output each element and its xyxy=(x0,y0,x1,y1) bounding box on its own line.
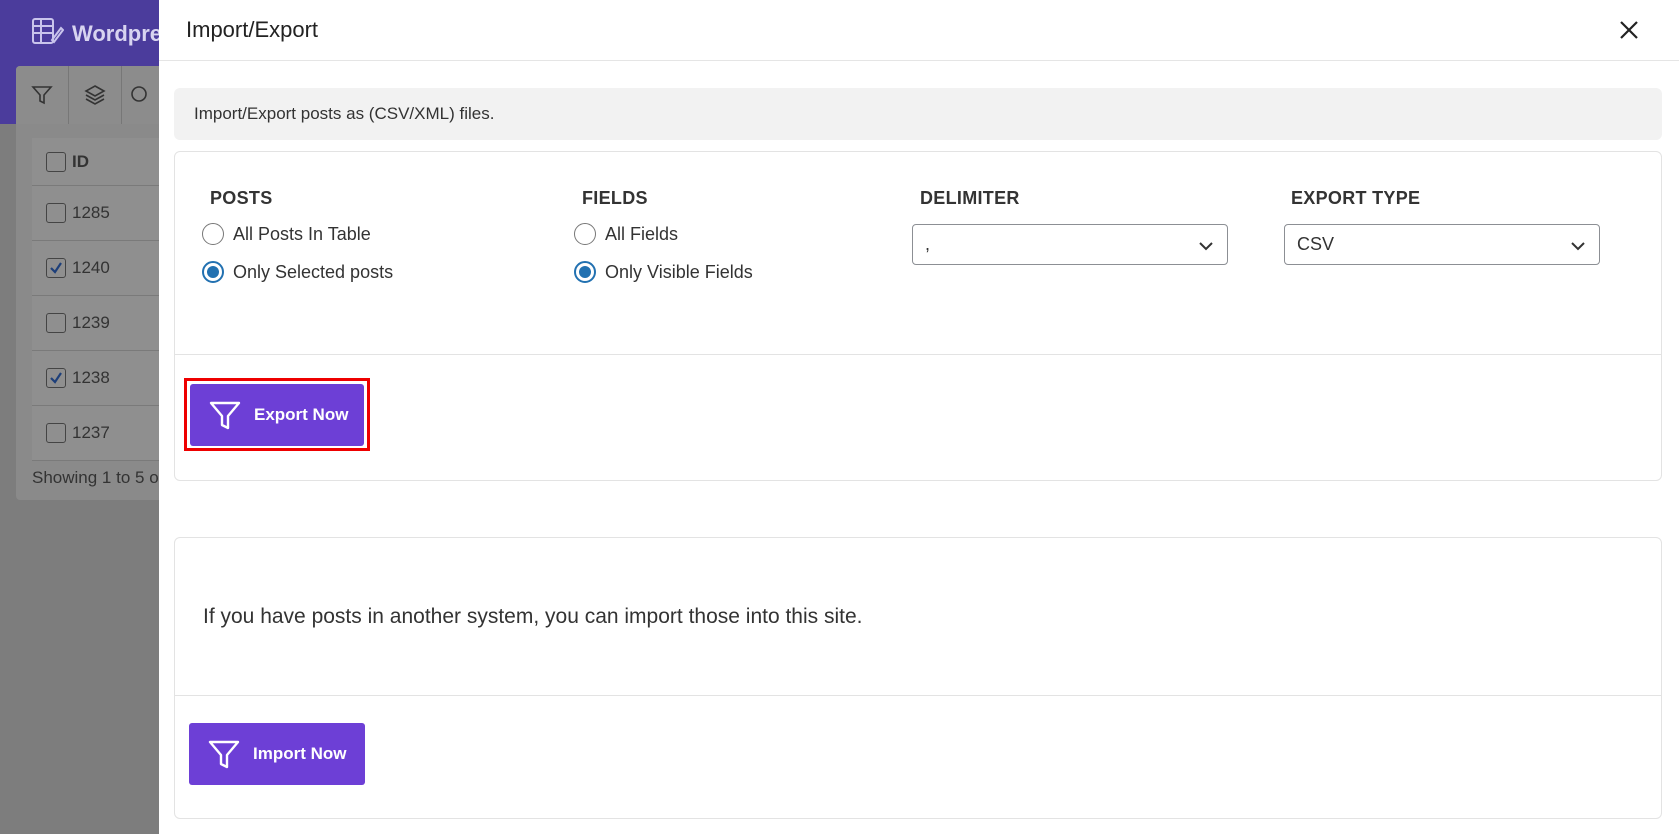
row-checkbox[interactable] xyxy=(46,313,66,333)
select-all-checkbox[interactable] xyxy=(46,151,66,172)
modal-title: Import/Export xyxy=(186,17,319,42)
radio-button[interactable] xyxy=(202,223,224,245)
radio-label: Only Selected posts xyxy=(233,261,394,282)
export-type-value: CSV xyxy=(1297,234,1335,254)
layers-icon xyxy=(84,85,106,105)
filter-icon xyxy=(209,401,241,430)
export-type-select[interactable]: CSV xyxy=(1284,224,1600,265)
id-column-header: ID xyxy=(72,151,89,171)
row-id: 1239 xyxy=(72,313,110,332)
import-export-modal: Import/Export Import/Export posts as (CS… xyxy=(159,0,1679,834)
modal-header: Import/Export xyxy=(159,0,1679,61)
table-row: 1285 xyxy=(32,186,176,241)
table-toolbar xyxy=(16,66,176,124)
logo-icon xyxy=(30,14,65,54)
row-id: 1285 xyxy=(72,203,110,222)
chevron-down-icon xyxy=(1571,242,1585,251)
radio-button[interactable] xyxy=(202,261,224,283)
app-title: Wordpre xyxy=(72,21,163,46)
table-row: 1239 xyxy=(32,296,176,351)
export-type-label: EXPORT TYPE xyxy=(1291,188,1421,208)
radio-selected-posts[interactable]: Only Selected posts xyxy=(202,261,393,283)
row-checkbox[interactable] xyxy=(46,423,66,443)
export-options: POSTS All Posts In Table Only Selected p… xyxy=(175,152,1661,355)
check-icon xyxy=(50,372,62,384)
delimiter-select[interactable]: , xyxy=(912,224,1228,265)
delimiter-label: DELIMITER xyxy=(920,188,1020,208)
close-button[interactable] xyxy=(1614,15,1644,45)
filter-icon xyxy=(208,740,240,769)
radio-button[interactable] xyxy=(574,261,596,283)
import-now-button[interactable]: Import Now xyxy=(189,723,365,785)
row-checkbox[interactable] xyxy=(46,258,66,278)
row-checkbox[interactable] xyxy=(46,203,66,223)
radio-label: All Posts In Table xyxy=(233,223,371,244)
check-icon xyxy=(50,262,62,274)
app-logo: Wordpre xyxy=(30,14,162,54)
delimiter-group: DELIMITER xyxy=(912,188,1020,209)
radio-all-fields[interactable]: All Fields xyxy=(574,223,753,245)
radio-label: All Fields xyxy=(605,223,679,244)
layers-tool-button[interactable] xyxy=(69,66,123,124)
info-message: Import/Export posts as (CSV/XML) files. xyxy=(174,88,1662,140)
fields-label: FIELDS xyxy=(582,188,648,208)
posts-table: ID 1285 1240 1239 1238 1237 xyxy=(32,138,176,461)
row-id: 1240 xyxy=(72,258,110,277)
posts-group: POSTS All Posts In Table Only Selected p… xyxy=(175,188,393,283)
table-row: 1238 xyxy=(32,351,176,406)
fields-group: FIELDS All Fields Only Visible Fields xyxy=(547,188,753,283)
radio-label: Only Visible Fields xyxy=(605,261,753,282)
close-icon xyxy=(1620,21,1638,39)
filter-tool-button[interactable] xyxy=(16,66,70,124)
delimiter-value: , xyxy=(925,234,931,254)
table-row: 1237 xyxy=(32,406,176,461)
chevron-down-icon xyxy=(1199,242,1213,251)
import-description: If you have posts in another system, you… xyxy=(175,538,1661,696)
radio-all-posts[interactable]: All Posts In Table xyxy=(202,223,393,245)
filter-icon xyxy=(31,86,53,105)
export-type-group: EXPORT TYPE xyxy=(1284,188,1420,209)
export-actions: Export Now xyxy=(175,355,1661,480)
search-icon xyxy=(131,86,148,102)
table-header-row: ID xyxy=(32,138,176,186)
radio-button[interactable] xyxy=(574,223,596,245)
row-id: 1237 xyxy=(72,423,110,442)
row-id: 1238 xyxy=(72,368,110,387)
radio-visible-fields[interactable]: Only Visible Fields xyxy=(574,261,753,283)
import-now-label: Import Now xyxy=(253,744,347,763)
export-now-label: Export Now xyxy=(254,405,349,424)
table-row: 1240 xyxy=(32,241,176,296)
posts-label: POSTS xyxy=(210,188,273,208)
import-panel: If you have posts in another system, you… xyxy=(174,537,1662,819)
pagination-info: Showing 1 to 5 o xyxy=(32,468,159,487)
export-panel: POSTS All Posts In Table Only Selected p… xyxy=(174,151,1662,481)
export-now-button[interactable]: Export Now xyxy=(190,384,364,446)
row-checkbox[interactable] xyxy=(46,368,66,388)
